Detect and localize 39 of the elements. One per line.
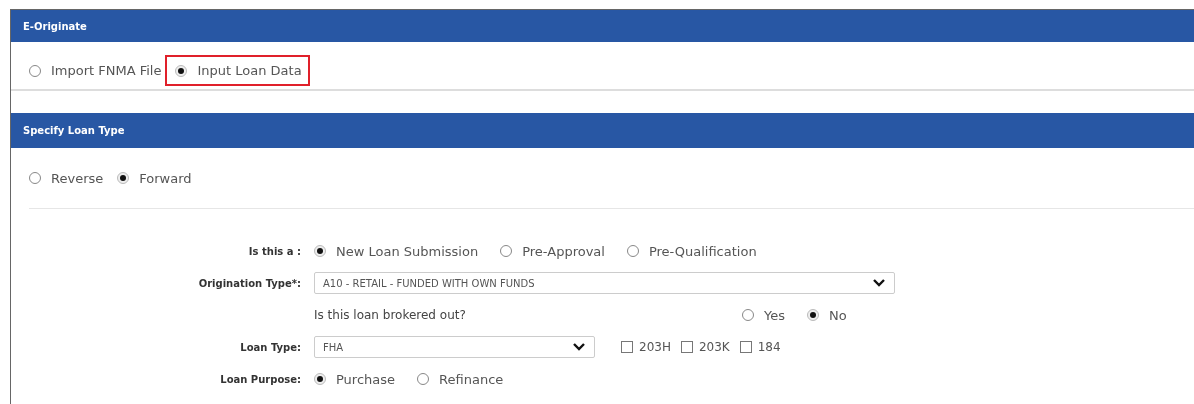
radio-button[interactable] <box>626 245 639 257</box>
radio-button[interactable] <box>500 245 513 257</box>
option-label[interactable]: Import FNMA File <box>51 63 162 78</box>
checkbox[interactable] <box>680 341 693 353</box>
radio-button[interactable] <box>175 64 188 77</box>
checkbox[interactable] <box>621 341 633 353</box>
radio-button[interactable] <box>807 309 819 321</box>
option-label[interactable]: New Loan Submission <box>336 243 479 259</box>
radio-button[interactable] <box>742 309 754 321</box>
radio-button[interactable] <box>314 373 326 385</box>
option-label[interactable]: Refinance <box>439 371 504 387</box>
field-label: Origination Type*: <box>198 277 301 289</box>
checkbox[interactable] <box>739 341 752 353</box>
radio-button[interactable] <box>29 172 41 184</box>
option-label[interactable]: Pre-Qualification <box>648 243 757 259</box>
option-label[interactable]: Reverse <box>51 170 104 186</box>
radio-button[interactable] <box>117 172 130 184</box>
option-label[interactable]: Pre-Approval <box>522 243 605 259</box>
option-label[interactable]: Purchase <box>336 371 396 387</box>
option-label[interactable]: Yes <box>764 307 785 323</box>
field-label: Is this a : <box>248 245 301 257</box>
option-label[interactable]: No <box>829 307 847 323</box>
caret-icon <box>572 342 586 352</box>
section-header: E-Originate <box>11 10 1194 42</box>
field-label: Loan Purpose: <box>220 373 301 385</box>
option-label[interactable]: 203K <box>698 340 730 354</box>
option-label[interactable]: Input Loan Data <box>197 63 302 78</box>
dropdown[interactable]: FHA <box>314 336 595 358</box>
field-label: Loan Type: <box>240 341 301 353</box>
radio-button[interactable] <box>314 245 326 257</box>
option-label[interactable]: 184 <box>757 340 781 354</box>
option-label[interactable]: 203H <box>639 340 671 354</box>
option-label[interactable]: Forward <box>139 170 192 186</box>
caret-icon <box>872 278 886 288</box>
dropdown[interactable]: A10 - RETAIL - FUNDED WITH OWN FUNDS <box>314 272 895 294</box>
section-header: Specify Loan Type <box>11 113 1194 148</box>
radio-button[interactable] <box>417 373 430 385</box>
radio-button[interactable] <box>29 64 41 77</box>
question-text: Is this loan brokered out? <box>314 308 467 322</box>
